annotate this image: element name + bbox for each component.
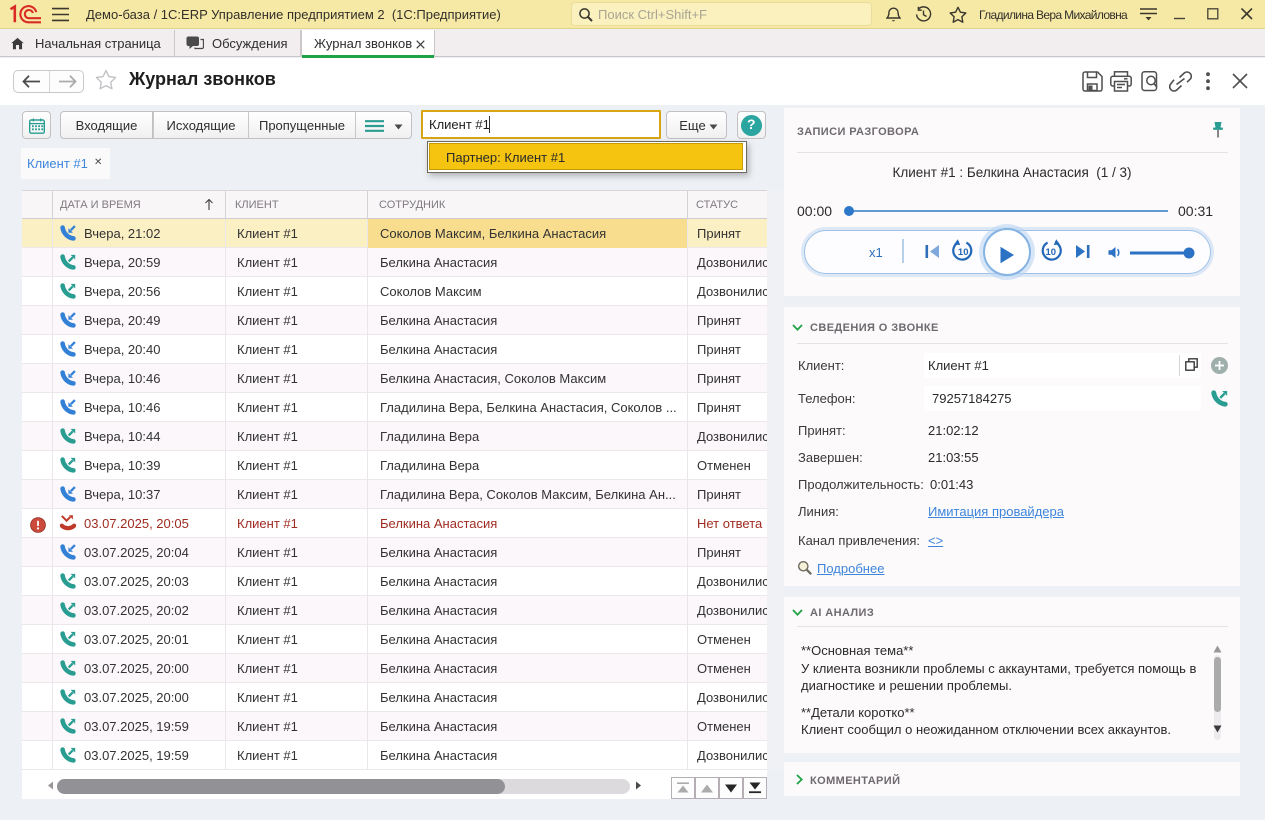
- svg-text:10: 10: [1046, 247, 1057, 258]
- svg-text:10: 10: [958, 247, 969, 258]
